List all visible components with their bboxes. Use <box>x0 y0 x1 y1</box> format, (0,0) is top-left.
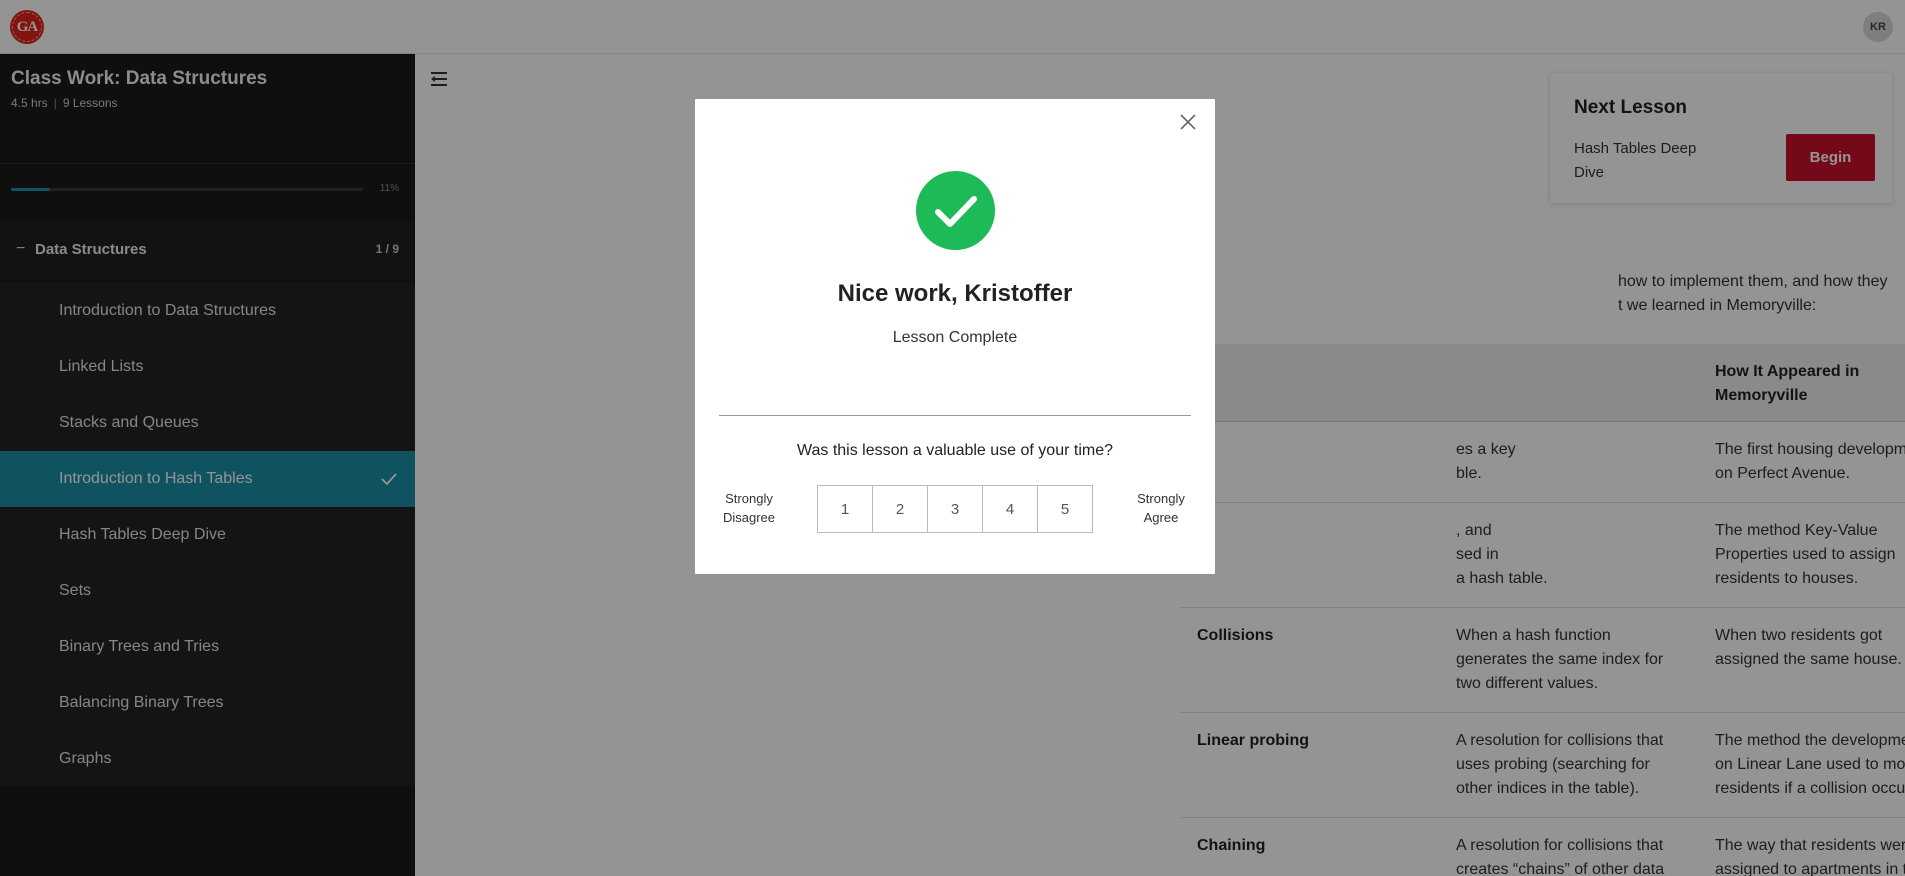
rating-option[interactable]: 1 <box>818 486 873 532</box>
modal-divider <box>719 415 1191 416</box>
rating-option[interactable]: 3 <box>928 486 983 532</box>
rating-scale: 12345 <box>817 485 1093 533</box>
scale-label-left: Strongly Disagree <box>722 491 776 525</box>
feedback-question: Was this lesson a valuable use of your t… <box>796 442 1113 459</box>
close-icon[interactable] <box>1179 113 1197 131</box>
success-check-icon <box>916 171 995 250</box>
checkmark-icon <box>935 196 977 227</box>
scale-label-right: Strongly Agree <box>1137 491 1185 525</box>
rating-option[interactable]: 4 <box>983 486 1038 532</box>
rating-row: Strongly Disagree 12345 Strongly Agree <box>695 485 1215 535</box>
rating-option[interactable]: 2 <box>873 486 928 532</box>
modal-title: Nice work, Kristoffer <box>837 280 1073 307</box>
lesson-complete-modal: Nice work, Kristoffer Lesson Complete Wa… <box>695 99 1215 574</box>
modal-subtitle: Lesson Complete <box>892 329 1018 346</box>
rating-option[interactable]: 5 <box>1038 486 1092 532</box>
